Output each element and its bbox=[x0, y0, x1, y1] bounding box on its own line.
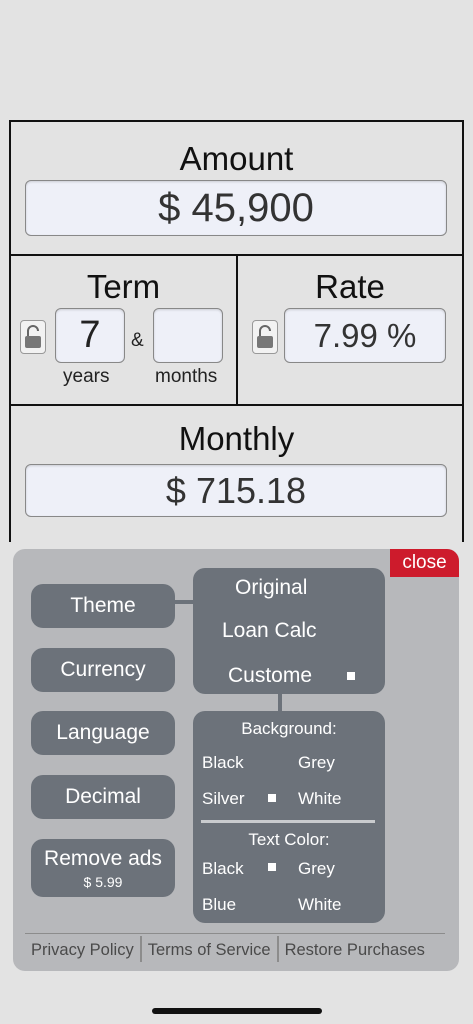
text-option-white[interactable]: White bbox=[298, 895, 341, 915]
decimal-button[interactable]: Decimal bbox=[31, 775, 175, 819]
years-label: years bbox=[63, 366, 110, 387]
term-title: Term bbox=[86, 268, 161, 305]
bg-option-grey[interactable]: Grey bbox=[298, 753, 335, 773]
amount-title: Amount bbox=[179, 140, 294, 177]
term-years-input[interactable]: 7 bbox=[55, 308, 125, 363]
settings-panel: close Theme Currency Language Decimal Re… bbox=[13, 549, 459, 971]
text-option-blue[interactable]: Blue bbox=[202, 895, 236, 915]
remove-ads-button[interactable]: Remove ads $ 5.99 bbox=[31, 839, 175, 897]
theme-button[interactable]: Theme bbox=[31, 584, 175, 628]
monthly-payment-field[interactable]: $ 715.18 bbox=[25, 464, 447, 517]
theme-connector bbox=[175, 600, 195, 604]
text-option-grey[interactable]: Grey bbox=[298, 859, 335, 879]
term-lock-icon[interactable] bbox=[20, 320, 46, 354]
background-heading: Background: bbox=[241, 719, 337, 738]
language-button[interactable]: Language bbox=[31, 711, 175, 755]
privacy-policy-link[interactable]: Privacy Policy bbox=[25, 934, 140, 959]
bg-selected-indicator-icon bbox=[268, 794, 276, 802]
theme-option-original[interactable]: Original bbox=[235, 576, 307, 600]
rate-title: Rate bbox=[315, 268, 385, 305]
bg-option-black[interactable]: Black bbox=[202, 753, 244, 773]
bg-option-white[interactable]: White bbox=[298, 789, 341, 809]
options-divider bbox=[201, 820, 375, 823]
currency-button[interactable]: Currency bbox=[31, 648, 175, 692]
footer-links: Privacy Policy Terms of Service Restore … bbox=[25, 933, 445, 962]
amount-section: Amount $ 45,900 bbox=[9, 120, 464, 256]
term-months-input[interactable] bbox=[153, 308, 223, 363]
remove-ads-price: $ 5.99 bbox=[83, 874, 123, 890]
rate-lock-icon[interactable] bbox=[252, 320, 278, 354]
monthly-title: Monthly bbox=[178, 420, 295, 457]
custom-theme-options: Background: Black Grey Silver White Text… bbox=[193, 711, 385, 923]
amount-input[interactable]: $ 45,900 bbox=[25, 180, 447, 236]
rate-section: Rate 7.99 % bbox=[236, 254, 464, 406]
bg-option-silver[interactable]: Silver bbox=[202, 789, 245, 809]
theme-option-loan-calc[interactable]: Loan Calc bbox=[222, 619, 317, 643]
close-button[interactable]: close bbox=[390, 549, 459, 577]
terms-of-service-link[interactable]: Terms of Service bbox=[142, 934, 277, 959]
text-option-black[interactable]: Black bbox=[202, 859, 244, 879]
loan-calculator: Amount $ 45,900 Term 7 & years months Ra… bbox=[9, 120, 464, 542]
theme-option-custome[interactable]: Custome bbox=[228, 664, 312, 688]
restore-purchases-link[interactable]: Restore Purchases bbox=[279, 934, 431, 959]
selected-indicator-icon bbox=[347, 672, 355, 680]
theme-options: Original Loan Calc Custome bbox=[193, 568, 385, 694]
term-section: Term 7 & years months bbox=[9, 254, 238, 406]
custom-connector bbox=[278, 693, 282, 713]
monthly-section: Monthly $ 715.18 bbox=[9, 404, 464, 542]
rate-input[interactable]: 7.99 % bbox=[284, 308, 446, 363]
text-selected-indicator-icon bbox=[268, 863, 276, 871]
term-separator: & bbox=[131, 330, 144, 351]
text-color-heading: Text Color: bbox=[248, 830, 330, 849]
home-indicator[interactable] bbox=[152, 1008, 322, 1014]
remove-ads-label: Remove ads bbox=[44, 847, 162, 870]
months-label: months bbox=[155, 366, 218, 387]
